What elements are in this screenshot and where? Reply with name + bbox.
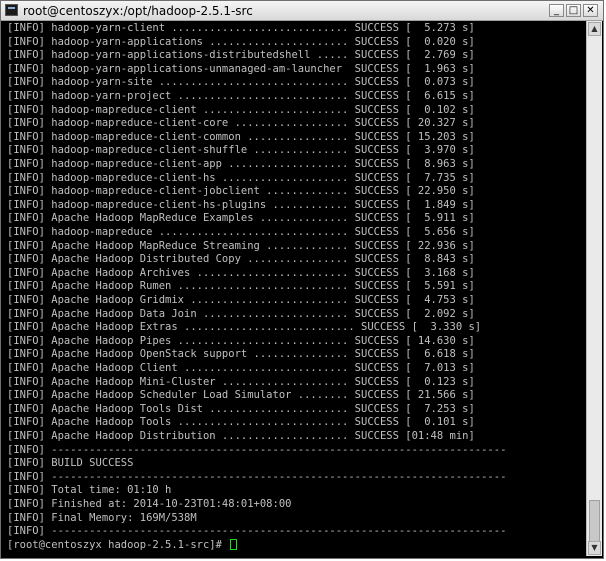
close-button[interactable]: ✕ [583,4,598,17]
terminal-line: [INFO] hadoop-mapreduce-client-app .....… [7,158,475,170]
terminal-line: [INFO] ---------------------------------… [7,525,507,538]
terminal-line: [INFO] Total time: 01:10 h [7,484,172,497]
terminal-window: root@centoszyx:/opt/hadoop-2.5.1-src _ □… [0,0,604,559]
vertical-scrollbar[interactable]: ▲ ▼ [586,21,602,556]
terminal-line: [INFO] Apache Hadoop Data Join .........… [7,307,475,320]
terminal-line: [INFO] Apache Hadoop Tools .............… [7,416,475,429]
terminal-line: [INFO] Apache Hadoop Distributed Copy ..… [7,253,475,266]
text-cursor [230,538,238,550]
terminal-line: [INFO] hadoop-yarn-applications-unmanage… [7,62,475,75]
terminal-line: [INFO] Final Memory: 169M/538M [7,511,197,524]
terminal-line: [INFO] Apache Hadoop Distribution ......… [7,430,475,442]
terminal-line: [INFO] Apache Hadoop MapReduce Streaming… [7,239,475,252]
window-title: root@centoszyx:/opt/hadoop-2.5.1-src [23,4,253,18]
terminal-line: [INFO] hadoop-yarn-applications ........… [7,35,475,48]
scroll-down-arrow-icon[interactable]: ▼ [588,541,601,555]
terminal-line: [INFO] Finished at: 2014-10-23T01:48:01+… [7,498,292,510]
terminal-line: [INFO] hadoop-mapreduce-client-shuffle .… [7,144,475,157]
title-bar[interactable]: root@centoszyx:/opt/hadoop-2.5.1-src _ □… [1,1,603,21]
terminal-line: [INFO] hadoop-yarn-project .............… [7,90,475,102]
terminal-line: [INFO] hadoop-mapreduce-client-hs-plugin… [7,198,475,211]
scroll-up-arrow-icon[interactable]: ▲ [588,22,601,36]
terminal-line: [INFO] Apache Hadoop Client ............… [7,362,475,374]
minimize-button[interactable]: _ [549,4,564,17]
terminal-line: [INFO] Apache Hadoop Extras ............… [7,321,482,334]
terminal-line: [INFO] Apache Hadoop Mini-Cluster ......… [7,375,475,388]
maximize-button[interactable]: □ [566,4,581,17]
terminal-line: [INFO] hadoop-mapreduce ................… [7,226,475,238]
terminal-line: [INFO] hadoop-mapreduce-client-hs ......… [7,171,475,184]
terminal-line: [INFO] Apache Hadoop Archives ..........… [7,266,475,279]
shell-prompt: [root@centoszyx hadoop-2.5.1-src]# [7,538,229,551]
terminal-line: [INFO] Apache Hadoop OpenStack support .… [7,348,475,361]
terminal-line: [INFO] hadoop-mapreduce-client-common ..… [7,130,475,143]
terminal-line: [INFO] Apache Hadoop Gridmix ...........… [7,294,475,306]
terminal-line: [INFO] Apache Hadoop Rumen .............… [7,280,475,293]
terminal-line: [INFO] Apache Hadoop MapReduce Examples … [7,212,475,225]
terminal-line: [INFO] Apache Hadoop Tools Dist ........… [7,402,475,415]
shell-prompt-line[interactable]: [root@centoszyx hadoop-2.5.1-src]# [7,538,238,553]
terminal-line: [INFO] hadoop-mapreduce-client .........… [7,103,475,116]
terminal-line: [INFO] hadoop-yarn-client ..............… [7,22,475,34]
terminal-line: [INFO] ---------------------------------… [7,443,507,456]
terminal-line: [INFO] Apache Hadoop Pipes .............… [7,334,475,347]
terminal-line: [INFO] hadoop-mapreduce-client-core ....… [7,117,475,130]
terminal-line: [INFO] Apache Hadoop Scheduler Load Simu… [7,389,475,402]
terminal-line: [INFO] BUILD SUCCESS [7,457,134,470]
terminal-line: [INFO] hadoop-yarn-site ................… [7,76,475,89]
terminal-app-icon [5,4,18,16]
terminal-line: [INFO] hadoop-yarn-applications-distribu… [7,49,475,62]
terminal-line: [INFO] ---------------------------------… [7,470,507,483]
terminal-line: [INFO] hadoop-mapreduce-client-jobclient… [7,185,475,198]
terminal-output[interactable]: [INFO] hadoop-yarn-client ..............… [3,21,586,556]
